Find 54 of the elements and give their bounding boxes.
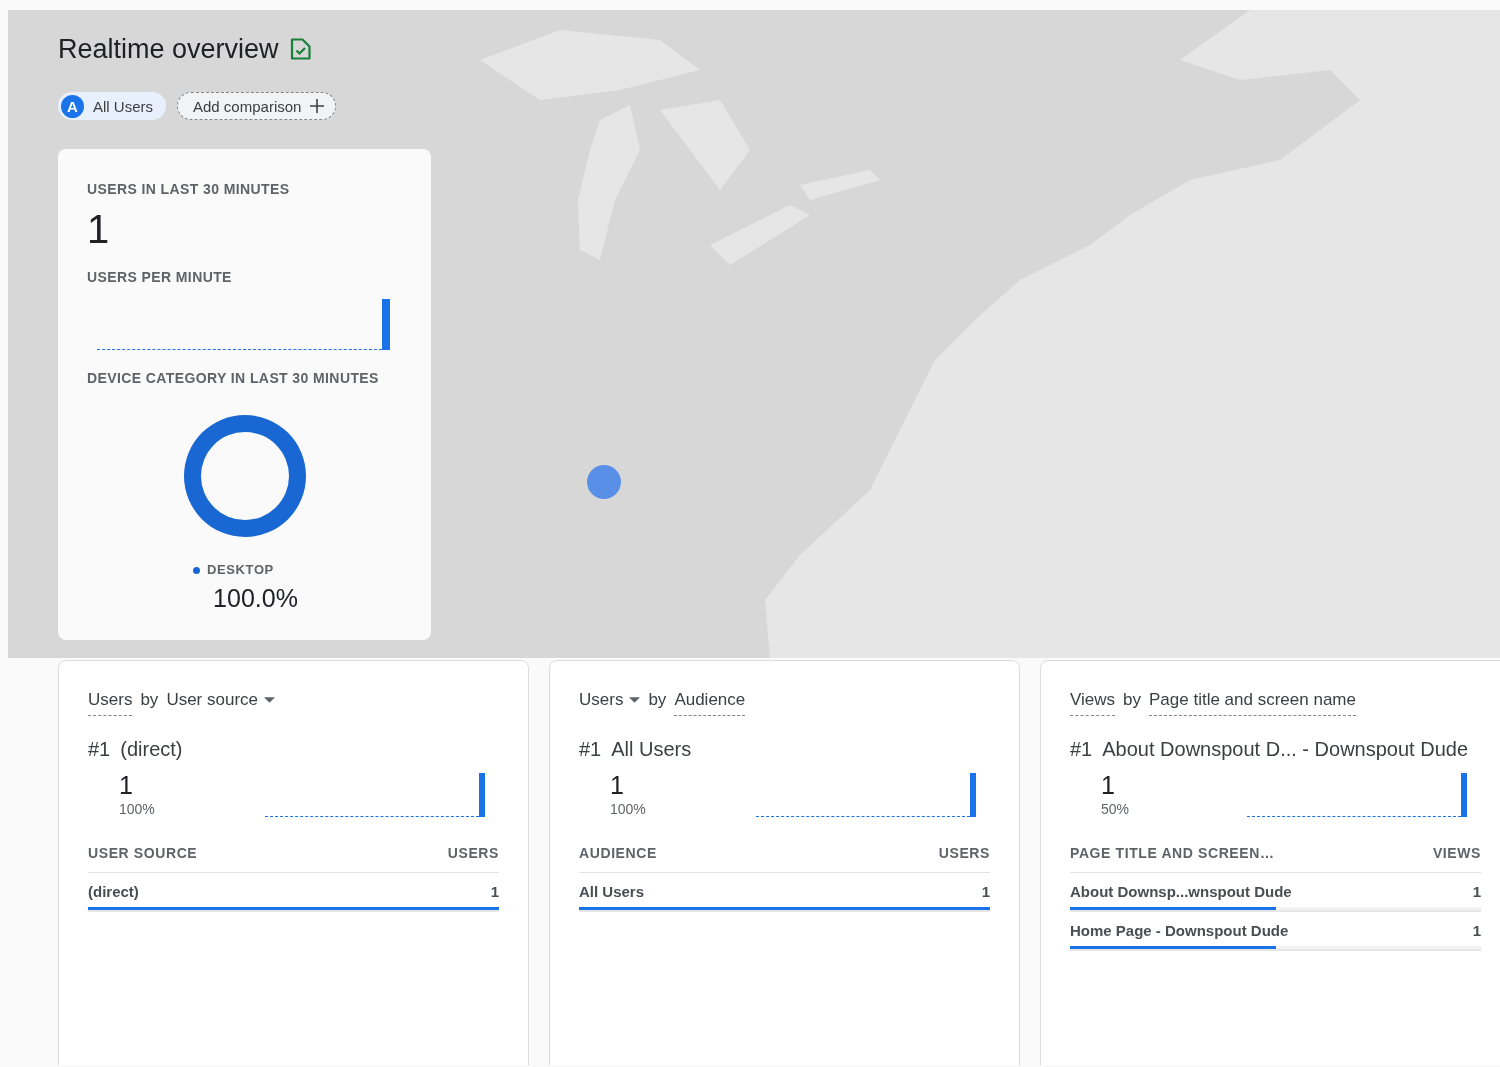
column-header: USERS [447, 844, 499, 862]
table-cell: All Users [579, 883, 645, 901]
rank-number: #1 [579, 737, 602, 761]
top-item-name: (direct) [120, 737, 183, 761]
chart-bar [970, 773, 976, 817]
column-header: USERS [938, 844, 990, 862]
table-cell: Home Page - Downspout Dude [1070, 922, 1289, 940]
legend-dot-icon [193, 566, 201, 574]
table-cell: About Downsp...wnspout Dude [1070, 883, 1292, 901]
metric-label[interactable]: Views [1070, 689, 1116, 716]
chart-bar [479, 773, 485, 817]
metric-value: 1 [87, 207, 110, 251]
title-connector-text: by [140, 689, 159, 711]
page-title: Realtime overview [58, 33, 279, 66]
plus-icon [310, 99, 325, 113]
column-header: AUDIENCE [579, 844, 657, 862]
column-header: USER SOURCE [88, 844, 198, 862]
top-item-name: About Downspout D... - Downspout Dude [1102, 737, 1468, 761]
metric-label: USERS IN LAST 30 MINUTES [87, 180, 290, 198]
title-connector-text: by [1123, 689, 1141, 711]
add-comparison-button[interactable]: Add comparison [177, 92, 337, 120]
column-header: PAGE TITLE AND SCREEN… [1070, 844, 1275, 862]
top-item-value: 1 [610, 771, 624, 799]
top-item-share: 100% [119, 800, 155, 818]
table-cell: 1 [1472, 883, 1481, 901]
caret-icon [264, 697, 275, 703]
caret-icon [629, 697, 641, 703]
top-item-value: 1 [1101, 771, 1115, 799]
top-item-value: 1 [119, 771, 133, 799]
top-item-share: 100% [610, 800, 646, 818]
legend-label: DESKTOP [207, 562, 274, 578]
rank-number: #1 [1070, 737, 1093, 761]
metric-label[interactable]: Users [88, 689, 133, 716]
metric-dropdown[interactable]: Users [579, 689, 641, 711]
legend-value: 100.0% [213, 584, 298, 612]
table-cell: 1 [981, 883, 990, 901]
top-item-name: All Users [611, 737, 692, 761]
table-cell: (direct) [88, 883, 139, 901]
table-cell: 1 [1472, 922, 1481, 940]
segment-letter-badge: A [61, 94, 84, 118]
chart-title: USERS PER MINUTE [87, 268, 232, 286]
table-cell: 1 [490, 883, 499, 901]
segment-chip[interactable]: A All Users [58, 92, 166, 120]
dimension-label[interactable]: Page title and screen name [1149, 689, 1356, 716]
column-header: VIEWS [1432, 844, 1481, 862]
chart-bar [382, 299, 390, 350]
title-connector-text: by [648, 689, 667, 711]
top-item-share: 50% [1101, 800, 1130, 818]
chart-title: DEVICE CATEGORY IN LAST 30 MINUTES [87, 369, 379, 387]
document-check-icon [288, 38, 311, 60]
dimension-dropdown[interactable]: User source [166, 689, 275, 711]
rank-number: #1 [88, 737, 111, 761]
chart-bar [1461, 773, 1467, 817]
dimension-label[interactable]: Audience [674, 689, 746, 716]
